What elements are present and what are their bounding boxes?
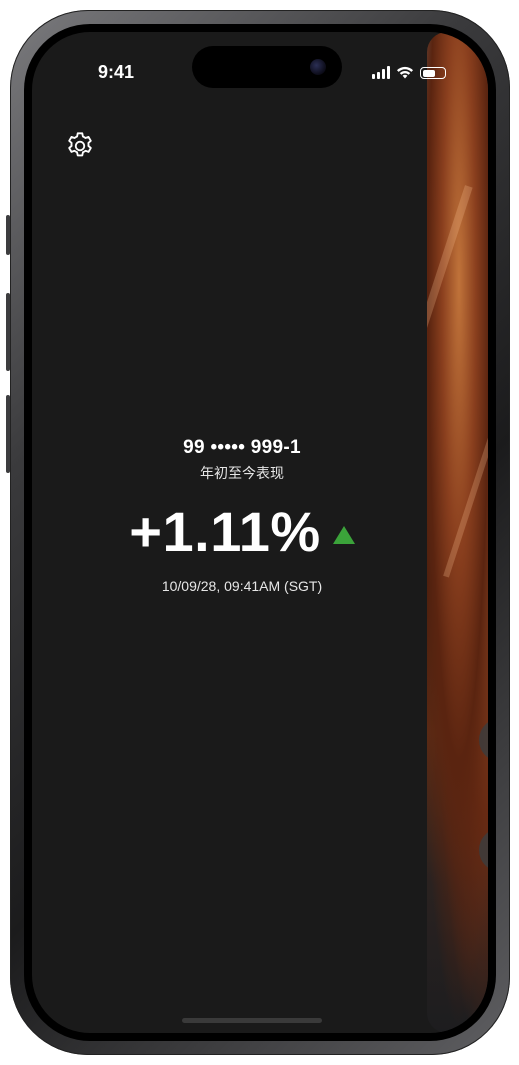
- performance-value: +1.11%: [129, 500, 321, 563]
- camera-icon: [310, 59, 326, 75]
- signal-icon: [372, 66, 390, 79]
- volume-up-button: [6, 293, 10, 371]
- performance-row: +1.11%: [32, 499, 452, 564]
- status-time: 9:41: [98, 62, 135, 82]
- performance-card: 99 ••••• 999-1 年初至今表现 +1.11% 10/09/28, 0…: [32, 437, 452, 594]
- action-button: [6, 215, 10, 255]
- battery-icon: [420, 67, 446, 79]
- side-action-circle-1[interactable]: [479, 718, 488, 762]
- wifi-icon: [397, 66, 413, 79]
- account-performance-label: 年初至今表现: [200, 466, 284, 482]
- home-indicator[interactable]: [182, 1018, 322, 1023]
- volume-down-button: [6, 395, 10, 473]
- phone-frame: 9:41 99 ••••• 999-1 年初至今表现 +1.11% 10/09/…: [6, 10, 510, 1055]
- performance-timestamp: 10/09/28, 09:41AM (SGT): [161, 578, 323, 594]
- up-triangle-icon: [332, 525, 355, 544]
- status-icons: [372, 66, 446, 79]
- screen: 9:41 99 ••••• 999-1 年初至今表现 +1.11% 10/09/…: [32, 32, 488, 1033]
- side-action-circle-2[interactable]: [479, 828, 488, 872]
- settings-button[interactable]: [62, 128, 98, 164]
- gear-icon: [68, 132, 92, 157]
- dynamic-island: [192, 46, 342, 88]
- account-number: 99 ••••• 999-1: [183, 437, 301, 458]
